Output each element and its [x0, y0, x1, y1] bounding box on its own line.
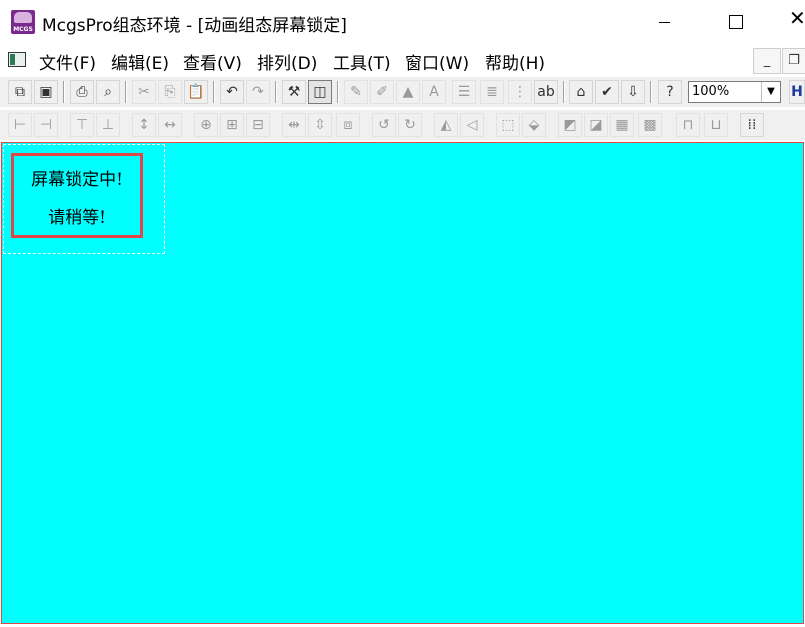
distribute-center-icon[interactable]: ⧈: [336, 113, 360, 137]
arrange-toolbar: ⊢ ⊣ ⊤ ⊥ ↕ ↔ ⊕ ⊞ ⊟ ⇹ ⇳ ⧈ ↺ ↻ ◭ ◁ ⬚ ⬙ ◩ ◪ …: [0, 110, 805, 140]
rotate-left-icon[interactable]: ↺: [372, 113, 396, 137]
minimize-button[interactable]: [641, 0, 687, 44]
align-top-edge-icon[interactable]: ⊤: [70, 113, 94, 137]
menu-window[interactable]: 窗口(W): [405, 49, 469, 74]
unlock-icon[interactable]: ⊔: [704, 113, 728, 137]
check-icon[interactable]: ✔: [595, 80, 619, 104]
minimize-icon: [659, 22, 670, 23]
forward-icon[interactable]: ▦: [610, 113, 634, 137]
equal-width-icon[interactable]: ↔: [158, 113, 182, 137]
align-right-edge-icon[interactable]: ⊣: [34, 113, 58, 137]
align-bottom-edge-icon[interactable]: ⊥: [96, 113, 120, 137]
close-icon: ✕: [789, 6, 805, 30]
app-icon-label: MCGS: [13, 26, 33, 33]
align-left-icon[interactable]: ☰: [452, 80, 476, 104]
paste-icon[interactable]: 📋: [184, 80, 208, 104]
menu-arrange[interactable]: 排列(D): [257, 49, 317, 74]
lock-message-line1: 屏幕锁定中!: [31, 170, 123, 190]
animation-icon[interactable]: ✐: [370, 80, 394, 104]
close-button[interactable]: ✕: [787, 0, 805, 44]
menu-edit[interactable]: 编辑(E): [111, 49, 169, 74]
maximize-icon: [729, 15, 743, 29]
send-back-icon[interactable]: ◪: [584, 113, 608, 137]
toolbar-separator: [275, 81, 277, 103]
document-window-icon[interactable]: [8, 52, 26, 67]
mcgs-app-icon[interactable]: MCGS: [11, 10, 35, 34]
undo-icon[interactable]: ↶: [220, 80, 244, 104]
screen-lock-label[interactable]: 屏幕锁定中! 请稍等!: [11, 153, 143, 238]
toolbar-separator: [337, 81, 339, 103]
sort-icon[interactable]: ⇩: [621, 80, 645, 104]
animation-canvas[interactable]: 屏幕锁定中! 请稍等!: [1, 142, 804, 624]
tools-icon[interactable]: ⚒: [282, 80, 306, 104]
bring-front-icon[interactable]: ◩: [558, 113, 582, 137]
center-horizontal-icon[interactable]: ⊟: [246, 113, 270, 137]
distribute-v-icon[interactable]: ⇳: [308, 113, 332, 137]
window-title: McgsPro组态环境 - [动画组态屏幕锁定]: [42, 16, 347, 36]
ungroup-icon[interactable]: ⬙: [522, 113, 546, 137]
flip-v-icon[interactable]: ◁: [460, 113, 484, 137]
menu-help[interactable]: 帮助(H): [485, 49, 545, 74]
help-icon[interactable]: ?: [658, 80, 682, 104]
print-icon[interactable]: ⎙: [70, 80, 94, 104]
grid-icon[interactable]: ⋮: [508, 80, 532, 104]
standard-toolbar: ⧉ ▣ ⎙ ⌕ ✂ ⎘ 📋 ↶ ↷ ⚒ ◫ ✎ ✐ ▲ A ☰ ≣ ⋮ ab ⌂…: [0, 77, 805, 107]
group-icon[interactable]: ⬚: [496, 113, 520, 137]
list-icon[interactable]: ≣: [480, 80, 504, 104]
chevron-down-icon[interactable]: ▼: [761, 82, 780, 102]
font-icon[interactable]: A: [422, 80, 446, 104]
app-icon-figure: [14, 12, 32, 23]
print-preview-icon[interactable]: ⌕: [96, 80, 120, 104]
menu-bar: 文件(F) 编辑(E) 查看(V) 排列(D) 工具(T) 窗口(W) 帮助(H…: [0, 46, 805, 74]
rotate-right-icon[interactable]: ↻: [398, 113, 422, 137]
center-both-icon[interactable]: ⊕: [194, 113, 218, 137]
copy-icon[interactable]: ⎘: [158, 80, 182, 104]
cut-icon[interactable]: ✂: [132, 80, 156, 104]
zoom-select[interactable]: 100% ▼: [688, 81, 781, 103]
toolbar-separator: [650, 81, 652, 103]
title-bar: MCGS McgsPro组态环境 - [动画组态屏幕锁定] ✕: [0, 0, 805, 44]
center-vertical-icon[interactable]: ⊞: [220, 113, 244, 137]
menu-view[interactable]: 查看(V): [183, 49, 242, 74]
save-icon[interactable]: ▣: [34, 80, 58, 104]
mdi-minimize-button[interactable]: _: [753, 48, 781, 74]
dynamic-icon[interactable]: ✎: [344, 80, 368, 104]
abc-icon[interactable]: ab: [534, 80, 558, 104]
distribute-h-icon[interactable]: ⇹: [282, 113, 306, 137]
equal-height-icon[interactable]: ↕: [132, 113, 156, 137]
lock-message-line2: 请稍等!: [48, 208, 106, 228]
layer-icon[interactable]: ◫: [308, 80, 332, 104]
toolbar-separator: [213, 81, 215, 103]
align-left-edge-icon[interactable]: ⊢: [8, 113, 32, 137]
image-icon[interactable]: ▲: [396, 80, 420, 104]
toolbar-separator: [125, 81, 127, 103]
menu-tools[interactable]: 工具(T): [333, 49, 391, 74]
menu-file[interactable]: 文件(F): [39, 49, 96, 74]
redo-icon[interactable]: ↷: [246, 80, 270, 104]
grid-dots-icon[interactable]: ⁞⁞: [740, 113, 764, 137]
document-window-icon-pane: [10, 54, 15, 65]
flip-h-icon[interactable]: ◭: [434, 113, 458, 137]
zoom-value: 100%: [692, 84, 730, 99]
maximize-button[interactable]: [714, 0, 760, 44]
mdi-restore-button[interactable]: ❐: [782, 48, 805, 74]
extra-tool-icon[interactable]: H: [789, 80, 805, 104]
properties-icon[interactable]: ⌂: [569, 80, 593, 104]
new-window-icon[interactable]: ⧉: [8, 80, 32, 104]
toolbar-separator: [63, 81, 65, 103]
backward-icon[interactable]: ▩: [638, 113, 662, 137]
toolbar-separator: [563, 81, 565, 103]
lock-icon[interactable]: ⊓: [676, 113, 700, 137]
